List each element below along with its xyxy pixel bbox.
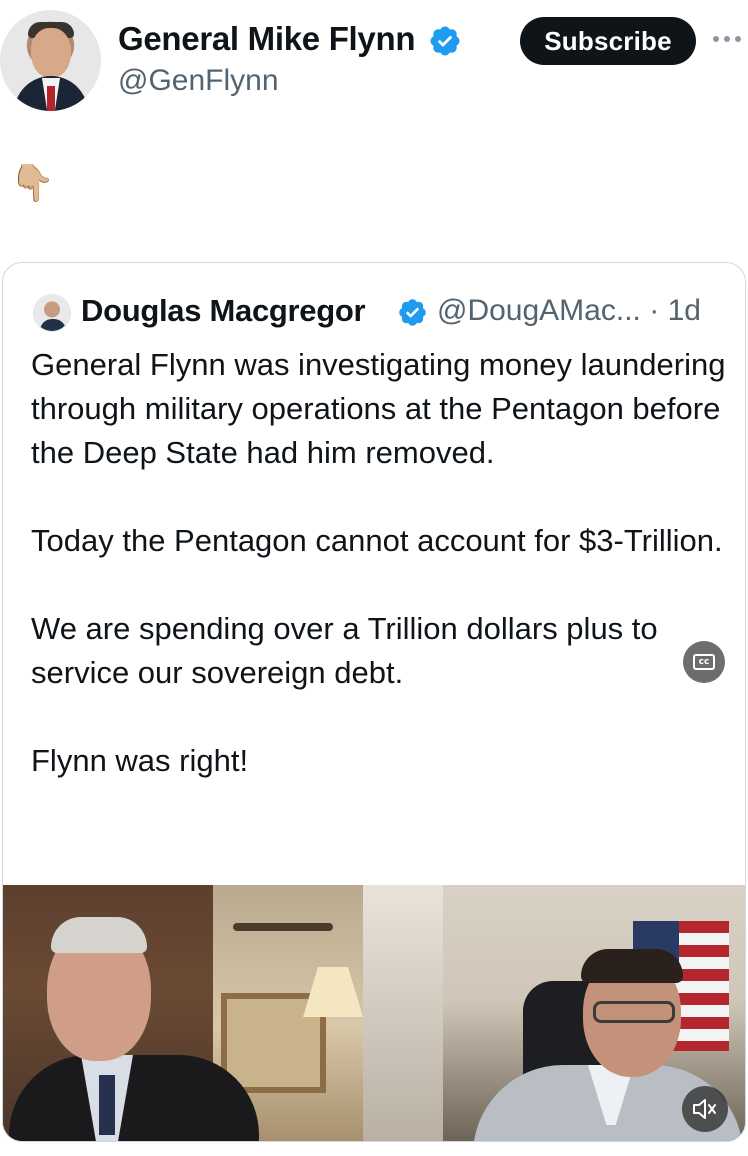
- quoted-paragraph: We are spending over a Trillion dollars …: [31, 611, 658, 690]
- quoted-post-card[interactable]: Douglas Macgregor @DougAMac... · 1d Gene…: [2, 262, 746, 1142]
- closed-captions-icon[interactable]: cc: [683, 641, 725, 683]
- author-handle[interactable]: @GenFlynn: [118, 64, 279, 98]
- pointing-down-emoji: 👇🏼: [10, 162, 55, 203]
- quoted-author-handle-and-time: @DougAMac... · 1d: [437, 294, 701, 328]
- quoted-paragraph: Today the Pentagon cannot account for $3…: [31, 523, 723, 558]
- speaker-muted-icon[interactable]: [682, 1086, 728, 1132]
- quoted-author-name: Douglas Macgregor: [81, 293, 366, 328]
- quoted-paragraph: General Flynn was investigating money la…: [31, 347, 726, 470]
- quoted-post-time: 1d: [667, 294, 701, 327]
- more-options-icon[interactable]: [713, 36, 745, 44]
- subscribe-button[interactable]: Subscribe: [520, 17, 696, 65]
- quoted-paragraph: Flynn was right!: [31, 743, 249, 778]
- quoted-author-handle: @DougAMac...: [437, 294, 641, 327]
- quoted-author-avatar: [33, 294, 71, 332]
- verified-badge-icon: [430, 26, 460, 56]
- post-header: General Mike Flynn @GenFlynn Subscribe: [0, 0, 748, 120]
- author-avatar[interactable]: [0, 10, 101, 111]
- meta-separator: ·: [649, 294, 660, 327]
- verified-badge-icon: [399, 299, 426, 326]
- quoted-post-text: General Flynn was investigating money la…: [31, 343, 731, 783]
- author-name[interactable]: General Mike Flynn: [118, 20, 416, 58]
- video-player[interactable]: [3, 885, 745, 1141]
